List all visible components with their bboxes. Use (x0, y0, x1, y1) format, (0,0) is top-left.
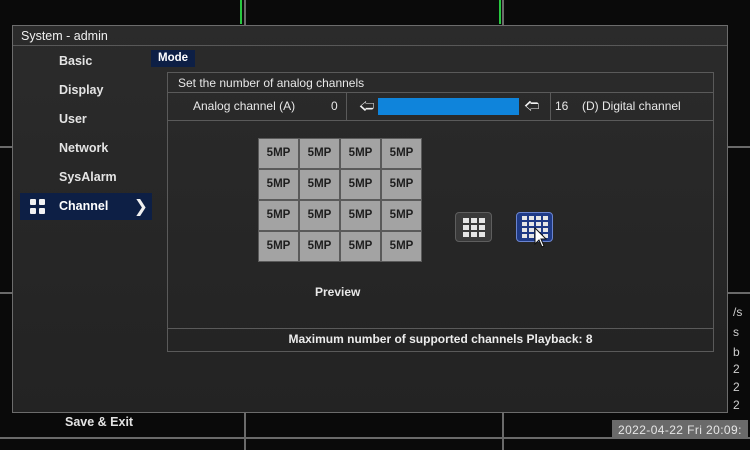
sidebar-item-label: Display (59, 83, 104, 97)
preview-cell: 5MP (341, 139, 380, 168)
sidebar: Basic Display User Network SysAlarm Chan… (20, 48, 152, 429)
sidebar-item-basic[interactable]: Basic (20, 48, 152, 75)
preview-cell: 5MP (259, 201, 298, 230)
preview-cell: 5MP (382, 232, 421, 261)
arrow-right-icon[interactable]: 🢢 (524, 93, 539, 120)
preview-cell: 5MP (382, 201, 421, 230)
digital-channel-label: (D) Digital channel (582, 99, 681, 113)
video-grid-marker (240, 0, 242, 24)
sidebar-item-label: SysAlarm (59, 170, 117, 184)
preview-cell: 5MP (382, 139, 421, 168)
video-grid-marker (499, 0, 501, 24)
background-edge-text: s (733, 325, 739, 339)
tab-mode[interactable]: Mode (151, 50, 195, 67)
sidebar-item-label: Channel (59, 199, 109, 213)
arrow-left-icon[interactable]: 🢠 (359, 93, 374, 120)
preview-cell: 5MP (341, 201, 380, 230)
preview-cell: 5MP (341, 232, 380, 261)
layout-9-button[interactable] (455, 212, 492, 242)
channel-grid-icon (30, 199, 45, 214)
sidebar-item-network[interactable]: Network (20, 135, 152, 162)
preview-label: Preview (315, 285, 361, 299)
sidebar-item-label: Basic (59, 54, 93, 68)
sidebar-item-user[interactable]: User (20, 106, 152, 133)
channel-mode-panel: Set the number of analog channels Analog… (167, 72, 714, 329)
divider (346, 93, 347, 120)
preview-cell: 5MP (300, 170, 339, 199)
sidebar-item-label: Network (59, 141, 109, 155)
sidebar-item-sysalarm[interactable]: SysAlarm (20, 164, 152, 191)
digital-channel-value: 16 (555, 99, 569, 113)
grid-3x3-icon (462, 217, 485, 237)
preview-cell: 5MP (341, 170, 380, 199)
panel-heading: Set the number of analog channels (168, 73, 713, 93)
datetime-display: 2022-04-22 Fri 20:09: (612, 420, 748, 439)
background-edge-text: b (733, 345, 740, 359)
system-dialog: System - admin Basic Display User Networ… (12, 25, 728, 429)
channel-slider-row: Analog channel (A) 0 🢠 🢢 16 (D) Digital … (168, 93, 713, 121)
preview-cell: 5MP (300, 232, 339, 261)
preview-cell: 5MP (300, 201, 339, 230)
background-edge-text: 2 (733, 362, 740, 376)
analog-channel-value: 0 (331, 99, 338, 113)
divider (550, 93, 551, 120)
window-title: System - admin (13, 26, 727, 46)
preview-cell: 5MP (259, 170, 298, 199)
background-edge-text: /s (733, 305, 743, 319)
preview-cell: 5MP (300, 139, 339, 168)
preview-cell: 5MP (259, 232, 298, 261)
mouse-cursor-icon (534, 227, 548, 248)
sidebar-item-label: User (59, 112, 87, 126)
sidebar-item-channel[interactable]: Channel ❯ (20, 193, 152, 220)
analog-channel-label: Analog channel (A) (193, 99, 296, 113)
background-edge-text: 2 (733, 398, 740, 412)
background-edge-text: 2 (733, 380, 740, 394)
channel-slider[interactable] (378, 98, 519, 115)
preview-cell: 5MP (259, 139, 298, 168)
chevron-right-icon: ❯ (133, 197, 148, 216)
playback-channels-note: Maximum number of supported channels Pla… (167, 328, 714, 352)
sidebar-item-display[interactable]: Display (20, 77, 152, 104)
preview-cell: 5MP (382, 170, 421, 199)
preview-grid: 5MP 5MP 5MP 5MP 5MP 5MP 5MP 5MP 5MP 5MP … (258, 138, 422, 262)
save-exit-button[interactable]: Save & Exit (65, 415, 133, 429)
